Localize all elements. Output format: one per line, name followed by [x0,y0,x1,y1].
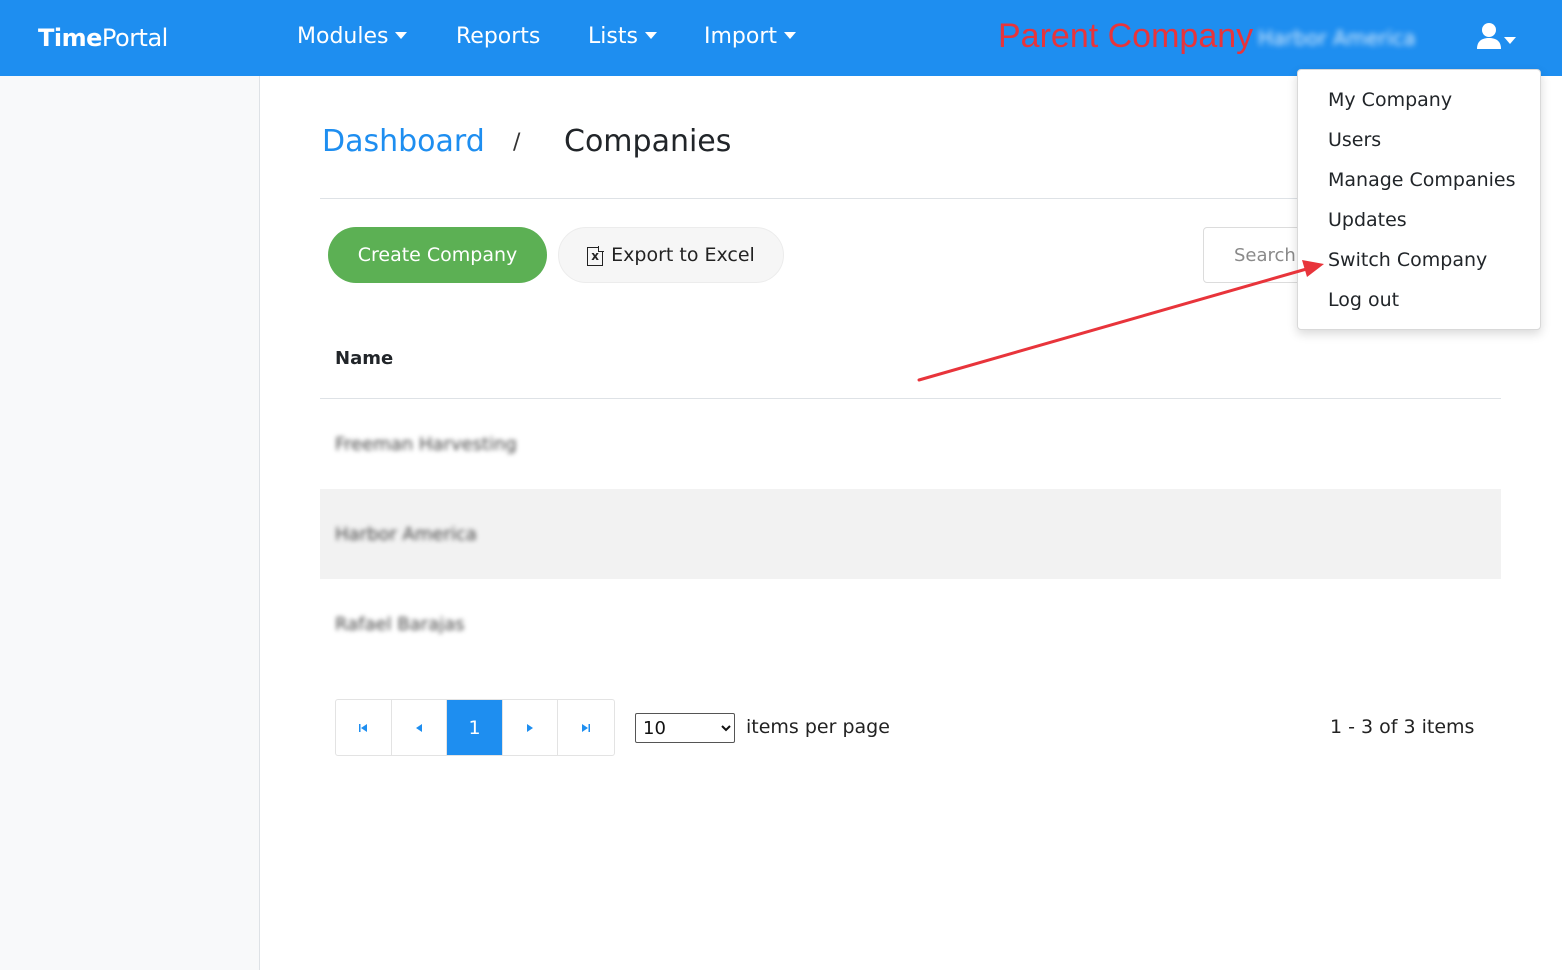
parent-company-value: Harbor America [1258,26,1416,50]
items-count-info: 1 - 3 of 3 items [1330,716,1475,738]
breadcrumb-separator: / [513,130,521,155]
nav-reports-link[interactable]: Reports [456,24,540,49]
table-row[interactable]: Harbor America [320,489,1501,579]
last-page-button[interactable] [558,700,614,755]
user-menu-button[interactable] [1476,22,1522,54]
company-name-cell: Rafael Barajas [335,614,465,635]
excel-file-icon: x [587,246,605,266]
menu-item-users[interactable]: Users [1328,129,1381,151]
first-page-icon [359,723,368,732]
first-page-button[interactable] [336,700,392,755]
caret-down-icon [784,32,797,39]
menu-item-manage-companies[interactable]: Manage Companies [1328,169,1516,191]
menu-item-switch-company[interactable]: Switch Company [1328,249,1487,271]
pagination: 1 [335,699,615,756]
page-1-button[interactable]: 1 [447,700,503,755]
table-row[interactable]: Rafael Barajas [320,579,1501,669]
caret-down-icon [395,32,408,39]
company-name-cell: Freeman Harvesting [335,434,517,455]
last-page-icon [582,723,591,732]
menu-item-my-company[interactable]: My Company [1328,89,1452,111]
sidebar [0,76,260,970]
brand-logo[interactable]: TimePortal [38,24,168,52]
page-size-select[interactable]: 10 [635,713,735,743]
user-dropdown-menu: My Company Users Manage Companies Update… [1297,69,1541,330]
next-page-icon [527,723,534,732]
top-navbar: TimePortal Modules Reports Lists Import … [0,0,1562,76]
menu-item-log-out[interactable]: Log out [1328,289,1399,311]
previous-page-icon [415,723,422,732]
nav-lists-dropdown[interactable]: Lists [588,24,657,49]
table-row[interactable]: Freeman Harvesting [320,399,1501,489]
nav-modules-dropdown[interactable]: Modules [297,24,408,49]
previous-page-button[interactable] [392,700,448,755]
menu-item-updates[interactable]: Updates [1328,209,1407,231]
create-company-button[interactable]: Create Company [328,227,547,283]
parent-company-label: Parent Company [998,17,1254,55]
breadcrumb-dashboard-link[interactable]: Dashboard [322,124,485,159]
items-per-page-label: items per page [746,716,890,738]
caret-down-icon [1504,37,1516,44]
page-title: Companies [564,124,732,159]
export-to-excel-button[interactable]: x Export to Excel [558,227,784,283]
caret-down-icon [644,32,657,39]
next-page-button[interactable] [503,700,559,755]
column-header-name[interactable]: Name [335,348,393,369]
company-name-cell: Harbor America [335,524,477,545]
user-icon [1477,23,1501,49]
nav-import-dropdown[interactable]: Import [704,24,797,49]
